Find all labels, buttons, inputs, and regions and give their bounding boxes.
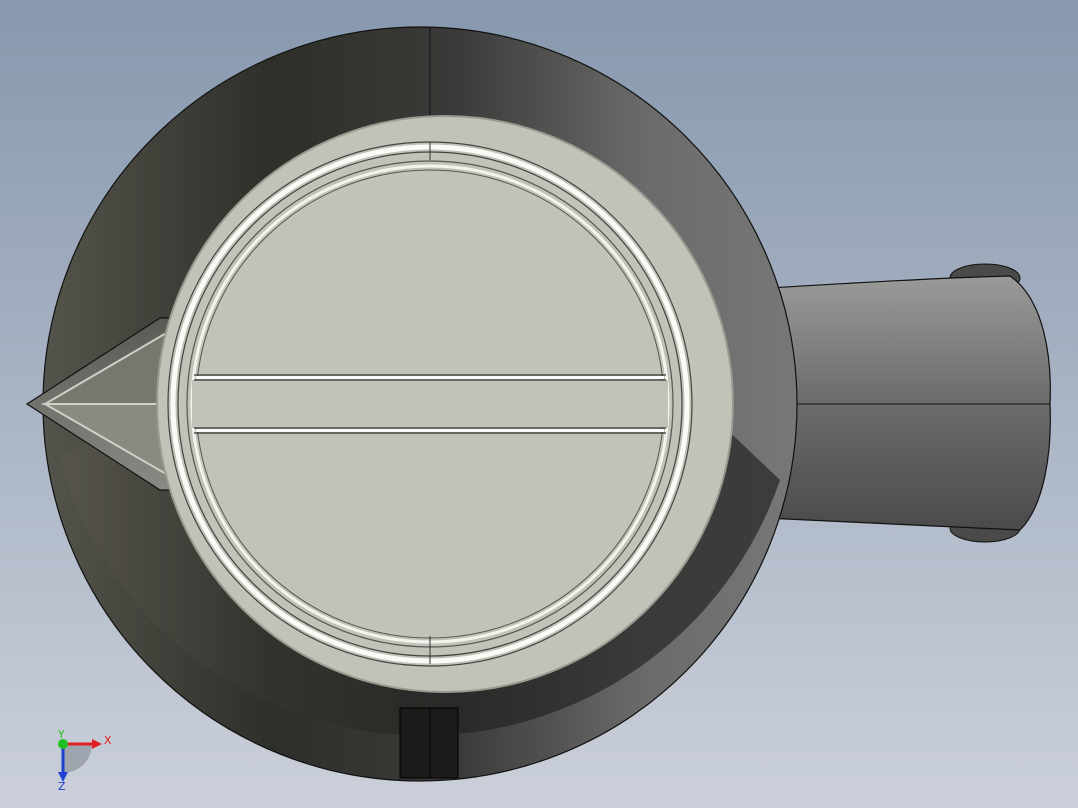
triad-x-label: X — [104, 734, 112, 747]
triad-z-label: Z — [58, 780, 66, 793]
cad-viewport[interactable]: X Y Z — [0, 0, 1078, 808]
triad-y-label: Y — [57, 728, 65, 741]
bottom-tab — [399, 707, 459, 779]
lid-grip-bar — [192, 380, 668, 428]
